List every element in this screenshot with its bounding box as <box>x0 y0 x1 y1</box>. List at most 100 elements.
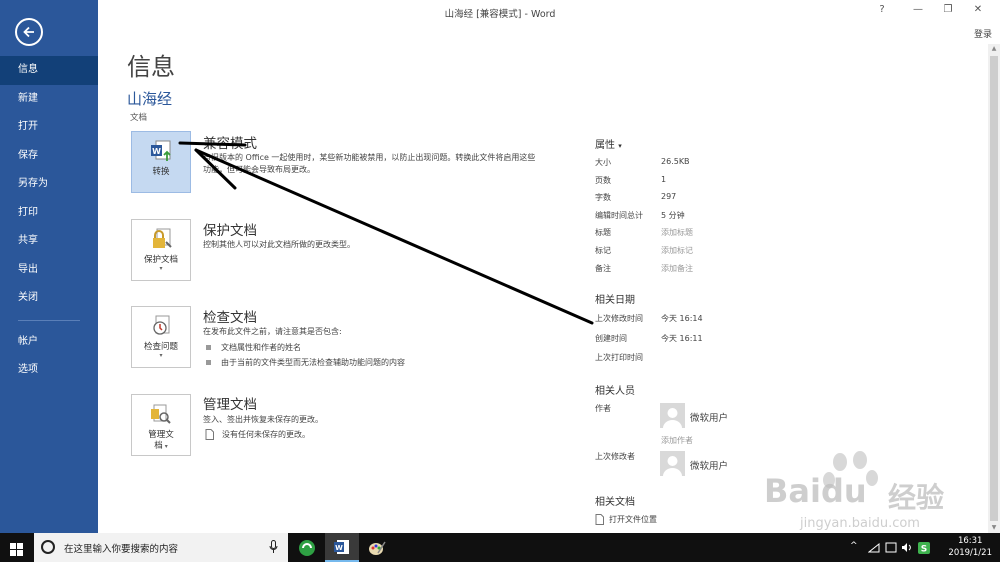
manage-document-desc: 签入、签出并恢复未保存的更改。 <box>203 415 323 424</box>
manage-document-button[interactable]: 管理文 档 ▾ <box>131 394 191 456</box>
user-icon <box>663 408 682 428</box>
svg-text:S: S <box>921 545 927 555</box>
nav-item-share[interactable]: 共享 <box>0 227 98 256</box>
volume-icon[interactable] <box>901 542 913 553</box>
scroll-up-icon[interactable]: ▲ <box>988 44 1000 54</box>
login-link[interactable]: 登录 <box>974 27 992 40</box>
avatar[interactable] <box>660 403 685 428</box>
manage-document-label-line2: 档 <box>154 441 163 451</box>
windows-logo-icon <box>10 543 23 556</box>
author-label: 作者 <box>595 404 611 413</box>
properties-header[interactable]: 属性 ▾ <box>595 136 622 151</box>
convert-button[interactable]: W 转换 <box>131 131 191 193</box>
svg-text:W: W <box>335 544 343 552</box>
user-icon <box>663 456 682 476</box>
sogou-ime-icon[interactable]: S <box>918 542 930 554</box>
taskbar: 在这里输入你要搜索的内容 W ^ S 16:31 2019/1/21 <box>0 533 1000 562</box>
watermark-brand: Baidu <box>764 472 867 510</box>
prop-value-edit-time: 5 分钟 <box>661 211 685 220</box>
inspect-document-title: 检查文档 <box>203 310 257 326</box>
prop-label: 页数 <box>595 176 611 185</box>
nav-item-new[interactable]: 新建 <box>0 85 98 114</box>
manage-document-title: 管理文档 <box>203 397 257 413</box>
compat-mode-desc: 与旧版本的 Office 一起使用时，某些新功能被禁用，以防止出现问题。转换此文… <box>203 153 536 174</box>
browser-icon <box>299 539 315 556</box>
add-tags-field[interactable]: 添加标记 <box>661 245 693 256</box>
manage-document-label: 管理文 档 ▾ <box>148 430 174 452</box>
nav-item-info[interactable]: 信息 <box>0 56 98 85</box>
protect-document-desc: 控制其他人可以对此文档所做的更改类型。 <box>203 240 355 249</box>
restore-button[interactable]: ❐ <box>938 4 958 15</box>
date-label: 上次修改时间 <box>595 314 643 323</box>
protect-document-title: 保护文档 <box>203 223 257 239</box>
clock-date: 2019/1/21 <box>948 548 992 558</box>
microphone-icon[interactable] <box>269 540 278 554</box>
nav-item-close[interactable]: 关闭 <box>0 284 98 313</box>
prop-value-pages: 1 <box>661 175 667 184</box>
open-file-location-link[interactable]: 打开文件位置 <box>595 514 657 525</box>
prop-label: 标题 <box>595 228 611 237</box>
nav-item-save-as[interactable]: 另存为 <box>0 170 98 199</box>
avatar[interactable] <box>660 451 685 476</box>
word-convert-icon: W <box>151 140 171 161</box>
watermark-url: jingyan.baidu.com <box>800 516 920 531</box>
page-icon <box>205 429 214 440</box>
add-comments-field[interactable]: 添加备注 <box>661 263 693 274</box>
related-dates-header: 相关日期 <box>595 295 635 306</box>
ime-icon[interactable] <box>885 542 897 553</box>
chevron-down-icon: ▾ <box>159 265 163 272</box>
manage-document-label-line1: 管理文 <box>148 430 174 440</box>
inspect-bullet-text: 文档属性和作者的姓名 <box>221 343 301 352</box>
last-modified-by-name[interactable]: 微软用户 <box>690 458 728 472</box>
document-name: 山海经 <box>127 90 173 108</box>
add-author-link[interactable]: 添加作者 <box>661 435 693 446</box>
properties-header-label: 属性 <box>595 140 615 151</box>
tray-overflow-icon[interactable]: ^ <box>850 541 858 551</box>
taskbar-search[interactable]: 在这里输入你要搜索的内容 <box>34 533 288 562</box>
baidu-watermark: Baidu 经验 jingyan.baidu.com <box>760 450 990 535</box>
help-button[interactable]: ? <box>872 4 892 15</box>
nav-divider <box>18 319 80 321</box>
prop-label: 标记 <box>595 246 611 255</box>
page-icon <box>595 514 604 525</box>
nav-item-open[interactable]: 打开 <box>0 113 98 142</box>
close-window-button[interactable]: ✕ <box>968 4 988 15</box>
author-name[interactable]: 微软用户 <box>690 410 728 424</box>
back-button[interactable] <box>15 18 43 46</box>
inspect-document-desc: 在发布此文件之前，请注意其是否包含: <box>203 327 342 336</box>
scroll-thumb[interactable] <box>990 56 998 521</box>
check-issues-button[interactable]: 检查问题 ▾ <box>131 306 191 368</box>
compat-mode-title: 兼容模式 <box>203 136 257 152</box>
inspect-bullet: 由于当前的文件类型而无法检查辅助功能问题的内容 <box>206 357 405 368</box>
minimize-button[interactable]: — <box>908 4 928 15</box>
add-title-field[interactable]: 添加标题 <box>661 227 693 238</box>
protect-document-button[interactable]: 保护文档 ▾ <box>131 219 191 281</box>
chevron-down-icon: ▾ <box>162 443 168 450</box>
nav-item-account[interactable]: 帐户 <box>0 328 98 357</box>
search-placeholder: 在这里输入你要搜索的内容 <box>64 544 179 555</box>
taskbar-clock[interactable]: 16:31 2019/1/21 <box>948 535 992 559</box>
open-file-location-text: 打开文件位置 <box>609 515 657 524</box>
prop-value-words: 297 <box>661 192 677 201</box>
svg-text:W: W <box>152 147 161 156</box>
taskbar-app-word[interactable]: W <box>325 533 359 562</box>
prop-label: 编辑时间总计 <box>595 211 643 220</box>
page-title: 信息 <box>127 53 175 81</box>
taskbar-app-paint[interactable] <box>360 533 394 562</box>
nav-item-options[interactable]: 选项 <box>0 356 98 385</box>
inspect-bullet: 文档属性和作者的姓名 <box>206 342 301 353</box>
date-label: 创建时间 <box>595 334 627 343</box>
nav-item-print[interactable]: 打印 <box>0 199 98 228</box>
cortana-icon <box>41 540 55 554</box>
paint-icon <box>369 541 386 555</box>
nav-item-export[interactable]: 导出 <box>0 256 98 285</box>
clock-time: 16:31 <box>957 536 983 546</box>
backstage-sidebar: 信息 新建 打开 保存 另存为 打印 共享 导出 关闭 帐户 选项 <box>0 0 98 533</box>
nav-item-save[interactable]: 保存 <box>0 142 98 171</box>
taskbar-app-browser[interactable] <box>290 533 324 562</box>
bullet-icon <box>206 345 211 350</box>
window-title: 山海经 [兼容模式] - Word <box>444 9 556 20</box>
prop-label: 字数 <box>595 193 611 202</box>
start-button[interactable] <box>10 541 23 560</box>
network-icon[interactable] <box>868 543 880 553</box>
